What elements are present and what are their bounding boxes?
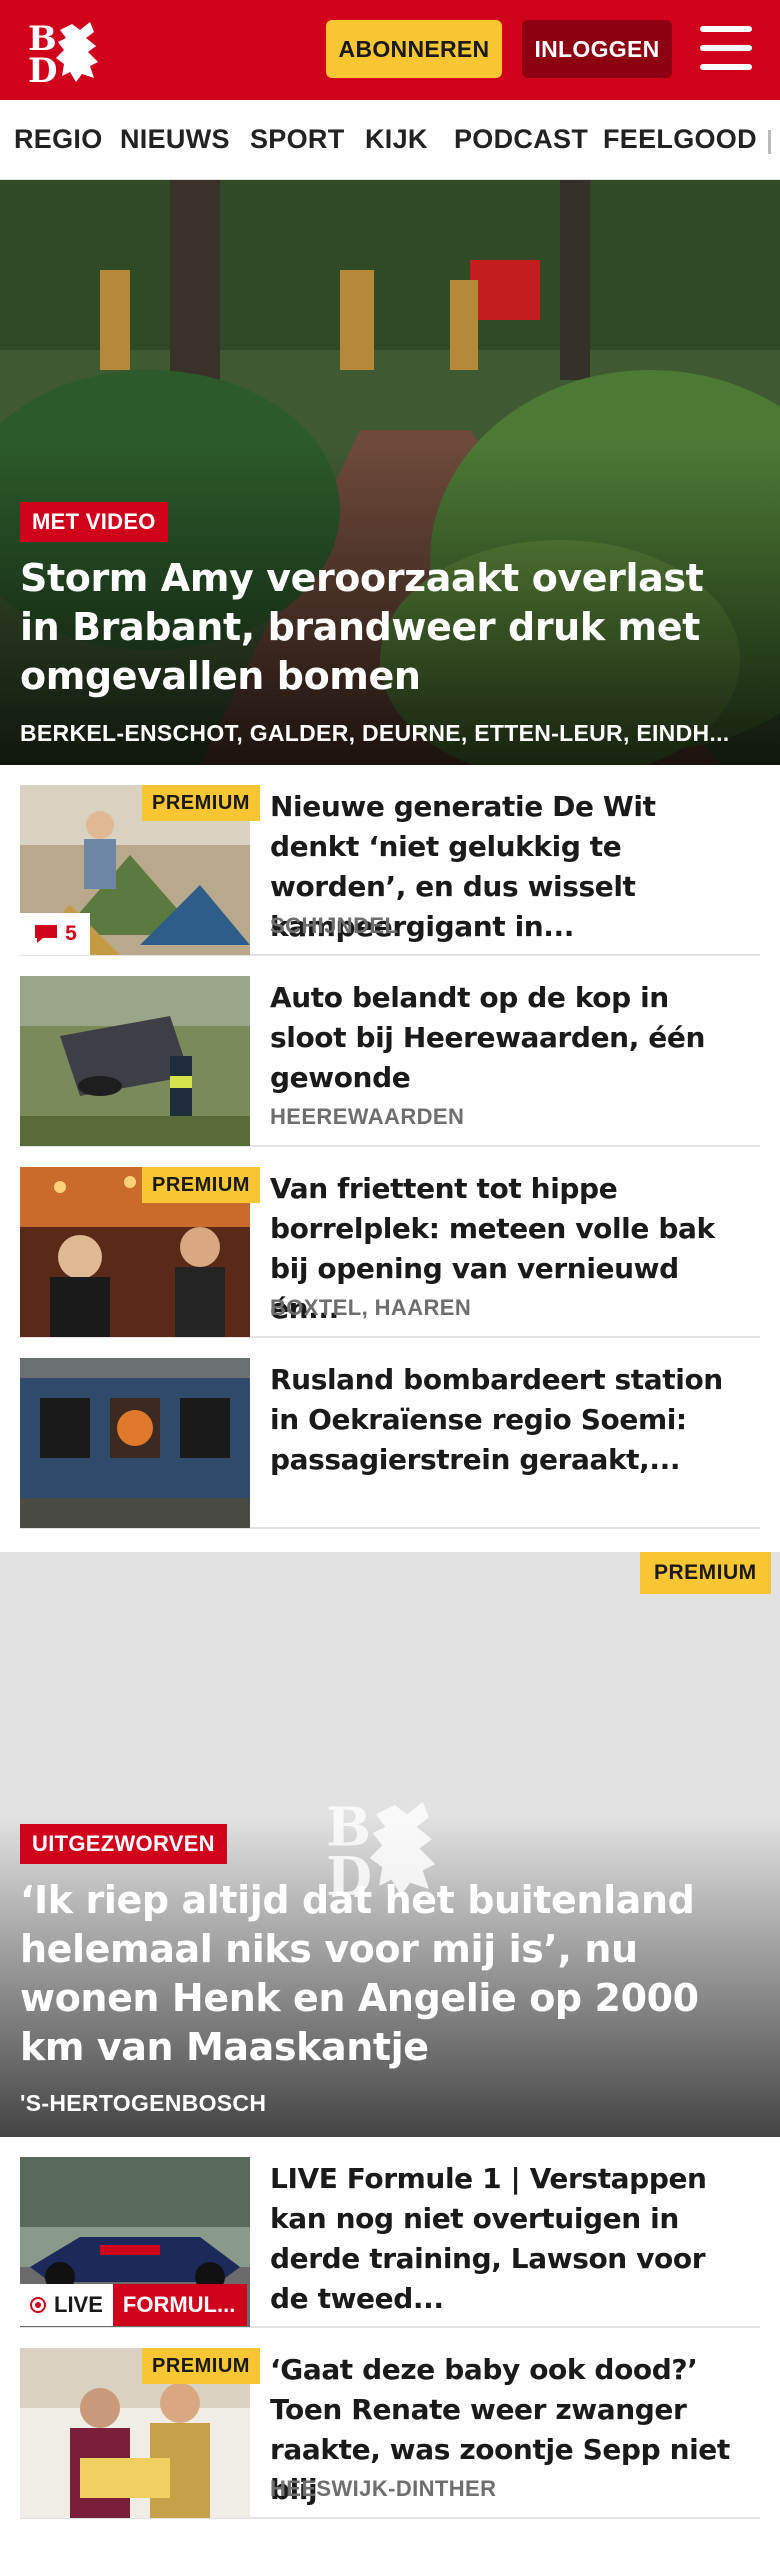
nav-item-kijk[interactable]: KIJK (365, 124, 428, 155)
comment-count[interactable]: 5 (20, 913, 90, 955)
hero-article[interactable]: MET VIDEO Storm Amy veroorzaakt overlast… (0, 180, 780, 765)
bd-logo[interactable]: B D (24, 16, 114, 86)
nav-item-sport[interactable]: SPORT (250, 124, 345, 155)
live-tag: LIVE FORMUL... (20, 2284, 247, 2326)
article-item[interactable]: Auto belandt op de kop in sloot bij Heer… (20, 956, 760, 1147)
menu-icon[interactable] (700, 24, 752, 72)
svg-text:D: D (28, 51, 57, 86)
article-location: HEEREWAARDEN (270, 1104, 465, 1129)
article-location: HEESWIJK-DINTHER (270, 2476, 497, 2501)
hero-location: BERKEL-ENSCHOT, GALDER, DEURNE, ETTEN-LE… (20, 720, 730, 746)
article-thumb-train (20, 1358, 250, 1528)
live-category: FORMUL... (112, 2284, 247, 2326)
hero2-category-badge: UITGEZWORVEN (20, 1824, 227, 1864)
premium-badge: PREMIUM (142, 2348, 260, 2384)
live-label: LIVE (54, 2292, 103, 2317)
article-title[interactable]: Rusland bombardeert station in Oekraïens… (270, 1360, 750, 1480)
premium-badge: PREMIUM (142, 785, 260, 821)
article-item[interactable]: Rusland bombardeert station in Oekraïens… (20, 1338, 760, 1529)
login-button[interactable]: INLOGGEN (522, 20, 672, 78)
live-dot-icon (30, 2297, 46, 2313)
article-title[interactable]: LIVE Formule 1 | Verstappen kan nog niet… (270, 2159, 750, 2319)
section-nav: REGIO NIEUWS SPORT KIJK PODCAST FEELGOOD (0, 100, 780, 180)
hero-headline[interactable]: Storm Amy veroorzaakt overlast in Braban… (20, 554, 750, 701)
article-location: SCHIJNDEL (270, 913, 399, 938)
nav-item-podcast[interactable]: PODCAST (454, 124, 588, 155)
subscribe-button[interactable]: ABONNEREN (326, 20, 502, 78)
nav-item-feelgood[interactable]: FEELGOOD (603, 124, 757, 155)
hero2-headline[interactable]: ‘Ik riep altijd dat het buitenland helem… (20, 1876, 750, 2072)
premium-badge: PREMIUM (142, 1167, 260, 1203)
hero-article-premium[interactable]: B D PREMIUM UITGEZWORVEN ‘Ik riep altijd… (0, 1552, 780, 2137)
article-location: BOXTEL, HAAREN (270, 1295, 472, 1320)
article-item[interactable]: LIVE FORMUL... LIVE Formule 1 | Verstapp… (20, 2137, 760, 2328)
nav-item-nieuws[interactable]: NIEUWS (120, 124, 230, 155)
comment-count-value: 5 (65, 922, 77, 945)
top-header: B D ABONNEREN INLOGGEN (0, 0, 780, 100)
nav-overflow-divider (768, 130, 771, 154)
article-item[interactable]: PREMIUM ‘Gaat deze baby ook dood?’ Toen … (20, 2328, 760, 2519)
premium-badge: PREMIUM (640, 1552, 771, 1594)
article-item[interactable]: PREMIUM 5 Nieuwe generatie De Wit denkt … (20, 765, 760, 956)
article-item[interactable]: PREMIUM Van friettent tot hippe borrelpl… (20, 1147, 760, 1338)
hero2-location: 'S-HERTOGENBOSCH (20, 2090, 267, 2116)
nav-item-regio[interactable]: REGIO (14, 124, 103, 155)
comment-icon (35, 925, 58, 943)
hero-video-badge: MET VIDEO (20, 502, 168, 542)
article-title[interactable]: Auto belandt op de kop in sloot bij Heer… (270, 978, 750, 1098)
article-thumb-car-ditch (20, 976, 250, 1146)
